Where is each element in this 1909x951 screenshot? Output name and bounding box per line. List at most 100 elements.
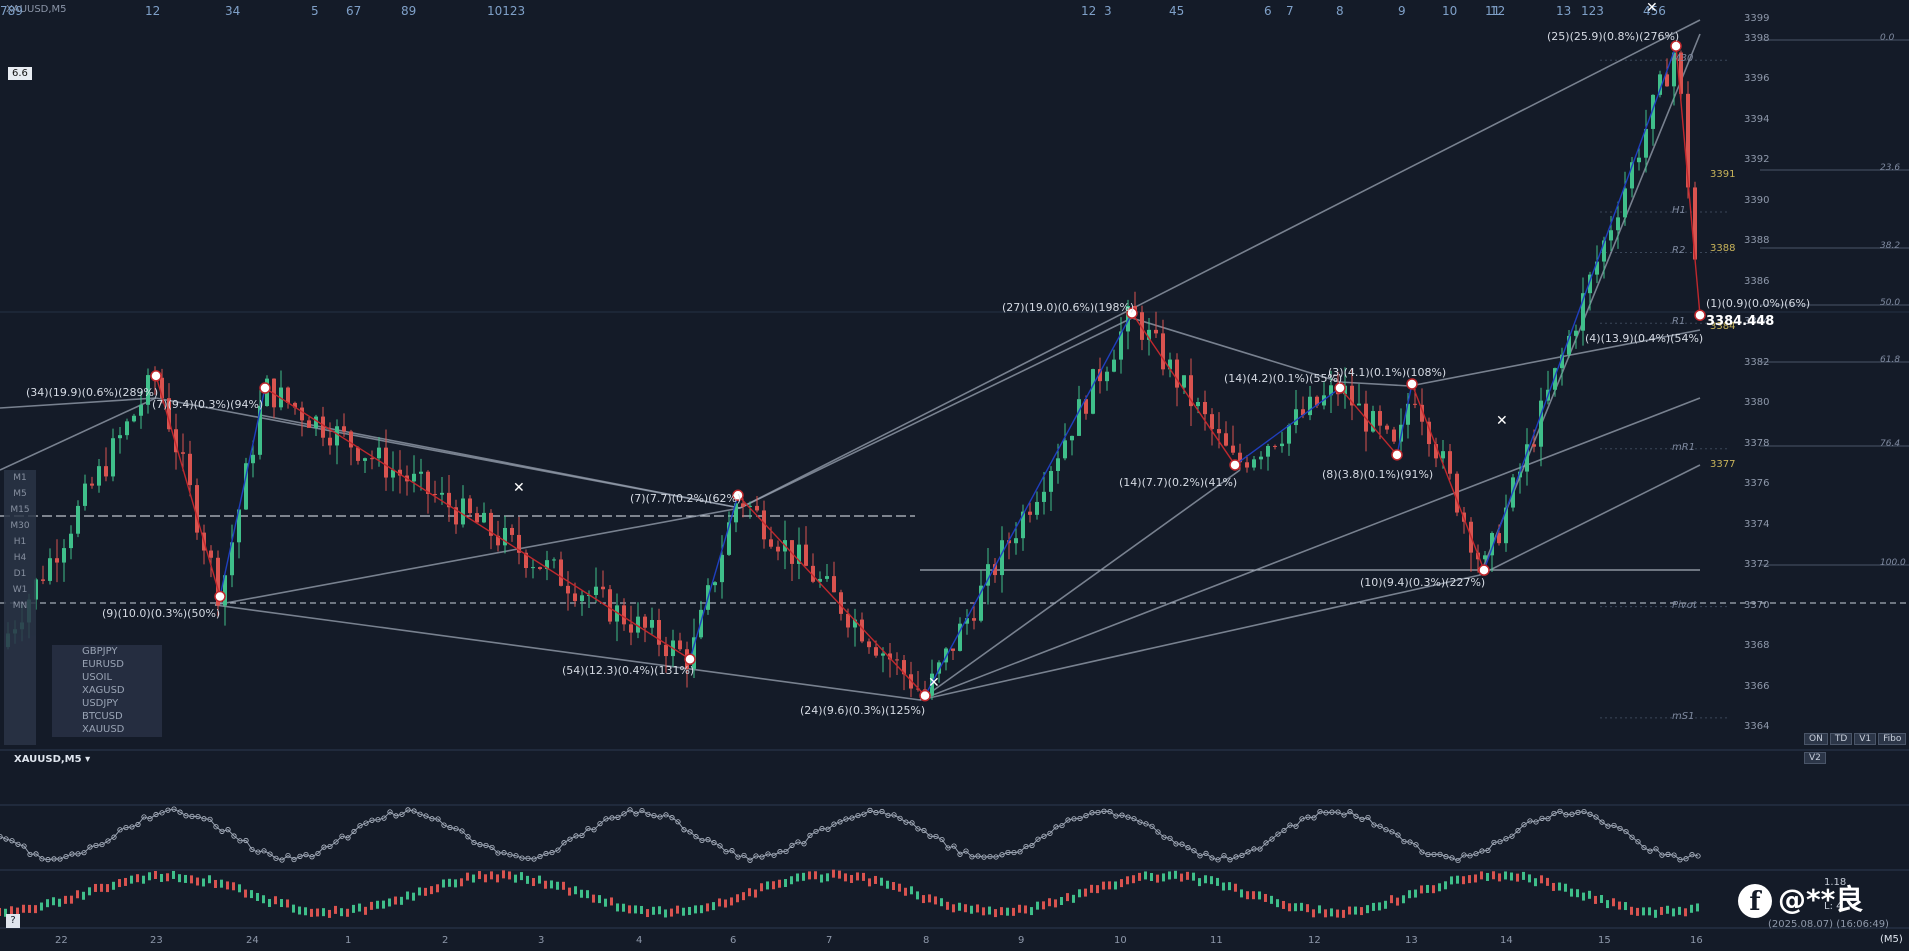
wave-stat-label: (24)(9.6)(0.3%)(125%) [800, 704, 926, 717]
timeframe-button[interactable]: H4 [4, 550, 36, 566]
date-tick: 12 [1308, 935, 1321, 946]
wave-stat-label: (9)(10.0)(0.3%)(50%) [102, 607, 221, 620]
help-icon[interactable]: ? [6, 914, 20, 928]
price-tick: 3380 [1744, 397, 1770, 409]
timeframe-button[interactable]: M15 [4, 502, 36, 518]
sub-candle [1666, 905, 1669, 914]
wave-pivot-marker[interactable] [150, 370, 162, 382]
symbol-button[interactable]: BTCUSD [52, 710, 162, 723]
toggle-button[interactable]: Fibo [1878, 733, 1907, 745]
scale-badge[interactable]: 6.6 [8, 67, 32, 80]
wave-pivot-marker[interactable] [1229, 459, 1241, 471]
candle-body [468, 498, 472, 514]
symbol-button[interactable]: GBPJPY [52, 645, 162, 658]
timeframe-button[interactable]: H1 [4, 534, 36, 550]
sub-candle [1156, 874, 1159, 883]
sub-candle [1114, 881, 1117, 890]
candle-body [1056, 458, 1060, 471]
close-icon[interactable]: ✕ [1496, 413, 1508, 429]
candle-body [1231, 445, 1235, 453]
sub-candle [136, 874, 139, 883]
wave-pivot-marker[interactable] [214, 590, 226, 603]
sub-candle [808, 871, 811, 880]
toggle-button[interactable]: V1 [1854, 733, 1877, 745]
wave-pivot-marker[interactable] [1406, 378, 1418, 390]
date-tick: 23 [150, 935, 163, 946]
symbol-button[interactable]: XAGUSD [52, 684, 162, 697]
symbol-button[interactable]: XAUUSD [52, 723, 162, 736]
wave-pivot-marker[interactable] [684, 653, 696, 665]
timeframe-button[interactable]: M30 [4, 518, 36, 534]
sub-candle [820, 874, 823, 883]
price-tick: 3388 [1744, 235, 1770, 247]
sub-candle [1600, 895, 1603, 904]
wave-pivot-marker[interactable] [1478, 564, 1490, 576]
timeframe-button[interactable]: M1 [4, 470, 36, 486]
sub-candle [502, 870, 505, 879]
sub-candle [460, 878, 463, 887]
sub-candle [1090, 884, 1093, 893]
sub-candle [202, 878, 205, 887]
sub-candle [1390, 895, 1393, 904]
wave-stat-label: (7)(9.4)(0.3%)(94%) [152, 398, 264, 411]
sub-candle [196, 877, 199, 886]
sub-candle [958, 902, 961, 911]
candle-body [720, 554, 724, 583]
close-icon[interactable]: ✕ [513, 480, 525, 496]
sub-candle [796, 873, 799, 882]
sub-candle [838, 870, 841, 879]
side-price: 3388 [1710, 243, 1736, 254]
candle-body [55, 558, 59, 563]
wave-pivot-marker[interactable] [1391, 449, 1403, 461]
close-icon[interactable]: ✕ [928, 675, 940, 691]
timeframe-button[interactable]: D1 [4, 566, 36, 582]
sub-candle [694, 905, 697, 914]
sub-candle [736, 894, 739, 903]
sub-candle [1174, 870, 1177, 879]
sub-candle [1120, 879, 1123, 888]
sub-candle [1324, 909, 1327, 918]
sub-candle [550, 880, 553, 889]
timeframe-button[interactable]: M5 [4, 486, 36, 502]
close-icon[interactable]: ✕ [1646, 0, 1658, 16]
sub-candle [532, 878, 535, 887]
toggle-button[interactable]: ON [1804, 733, 1828, 745]
sub-candle [772, 881, 775, 890]
wave-count: 13 [1556, 4, 1572, 18]
sub-candle [1060, 897, 1063, 906]
sub-candle [982, 907, 985, 916]
symbol-button[interactable]: EURUSD [52, 658, 162, 671]
candle-body [1105, 371, 1109, 382]
wave-pivot-marker[interactable] [1694, 309, 1706, 321]
sub-candle [76, 890, 79, 899]
sub-candle [1624, 902, 1627, 911]
sub-candle [616, 903, 619, 912]
timeframe-button[interactable]: MN [4, 598, 36, 614]
candle-body [678, 640, 682, 650]
wave-pivot-marker[interactable] [259, 382, 271, 394]
toggle-button[interactable]: TD [1829, 733, 1853, 745]
timeframe-button[interactable]: W1 [4, 582, 36, 598]
candle-body [349, 431, 353, 448]
wave-pivot-marker[interactable] [919, 689, 931, 702]
sub-candle [904, 887, 907, 896]
candle-body [552, 559, 556, 561]
sub-candle [946, 901, 949, 910]
sub-candle [28, 904, 31, 913]
sub-candle [1486, 872, 1489, 881]
watermark: f @**良 [1738, 878, 1863, 918]
sub-candle [1456, 875, 1459, 884]
sub-candle [1282, 900, 1285, 909]
candle-body [1637, 157, 1641, 163]
candle-body [440, 492, 444, 495]
symbol-button[interactable]: USOIL [52, 671, 162, 684]
candle-body [1049, 470, 1053, 492]
symbol-button[interactable]: USDJPY [52, 697, 162, 710]
toggle-button[interactable]: V2 [1804, 752, 1826, 764]
wave-stat-label: (14)(7.7)(0.2%)(41%) [1119, 476, 1238, 489]
price-chart[interactable] [0, 0, 1909, 951]
subwindow-title[interactable]: XAUUSD,M5 ▾ [14, 754, 90, 765]
sub-candle [874, 875, 877, 884]
candle-body [1483, 555, 1487, 560]
candle-body [1273, 445, 1277, 447]
